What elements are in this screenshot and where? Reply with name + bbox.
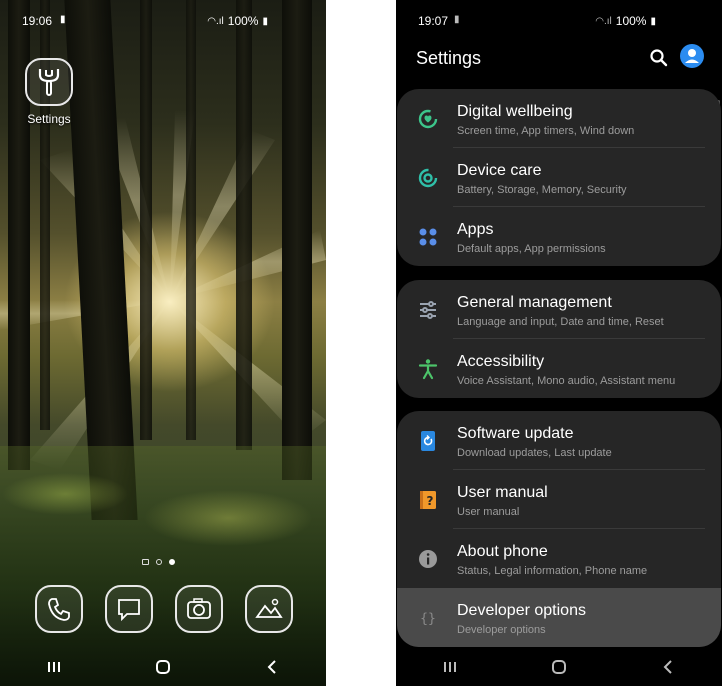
settings-group: Software update Download updates, Last u… (397, 411, 721, 647)
accessibility-icon (417, 358, 439, 380)
item-title: General management (457, 294, 612, 311)
settings-item-about-phone[interactable]: About phone Status, Legal information, P… (397, 529, 721, 588)
settings-item-digital-wellbeing[interactable]: Digital wellbeing Screen time, App timer… (397, 89, 721, 148)
battery-percent: 100% (227, 14, 259, 28)
item-subtitle: Screen time, App timers, Wind down (457, 125, 635, 137)
app-bar: Settings (396, 40, 722, 80)
settings-screen: 19:07 ▮ ◠.ıl 100% ▮ Settings Digital wel… (396, 0, 722, 686)
wifi-signal-icon: ◠.ıl (207, 15, 224, 27)
item-title: User manual (457, 484, 548, 501)
item-subtitle: Default apps, App permissions (457, 243, 606, 255)
item-title: Device care (457, 162, 542, 179)
settings-group: General management Language and input, D… (397, 280, 721, 398)
item-subtitle: Status, Legal information, Phone name (457, 565, 648, 577)
tree-trunk (236, 0, 252, 450)
item-subtitle: Developer options (457, 624, 546, 636)
digital-wellbeing-icon (417, 108, 439, 130)
item-subtitle: Voice Assistant, Mono audio, Assistant m… (457, 375, 676, 387)
software-update-icon (417, 430, 439, 452)
gallery-app-icon[interactable] (245, 585, 293, 633)
settings-group: Digital wellbeing Screen time, App timer… (397, 89, 721, 266)
account-avatar[interactable] (680, 44, 704, 68)
settings-item-apps[interactable]: Apps Default apps, App permissions (397, 207, 721, 266)
page-dot (156, 559, 162, 565)
page-dot-active (169, 559, 175, 565)
svg-text:{}: {} (420, 612, 436, 627)
svg-text:?: ? (427, 494, 434, 508)
page-title: Settings (416, 48, 482, 68)
page-indicator[interactable] (142, 559, 175, 565)
search-icon[interactable] (648, 47, 670, 69)
sliders-icon (417, 299, 439, 321)
item-title: Accessibility (457, 353, 545, 370)
navigation-bar (396, 648, 722, 686)
item-title: Digital wellbeing (457, 103, 573, 120)
status-bar: 19:07 ▮ ◠.ıl 100% ▮ (396, 0, 722, 40)
sim-icon: ▮ (454, 14, 460, 25)
apps-icon (417, 226, 439, 248)
user-manual-icon: ? (417, 489, 439, 511)
battery-percent: 100% (615, 14, 647, 28)
item-title: Apps (457, 221, 494, 238)
app-dock (24, 585, 304, 633)
navigation-bar (0, 648, 326, 686)
settings-item-software-update[interactable]: Software update Download updates, Last u… (397, 411, 721, 470)
back-icon[interactable] (264, 660, 280, 674)
status-bar: 19:06 ▮ ◠.ıl 100% ▮ (0, 0, 326, 40)
settings-app-icon (25, 58, 73, 106)
recent-apps-icon[interactable] (46, 660, 62, 674)
messages-app-icon[interactable] (105, 585, 153, 633)
settings-item-accessibility[interactable]: Accessibility Voice Assistant, Mono audi… (397, 339, 721, 398)
camera-app-icon[interactable] (175, 585, 223, 633)
status-time: 19:07 (418, 14, 449, 28)
wifi-signal-icon: ◠.ıl (595, 15, 612, 27)
phone-icon (48, 598, 70, 621)
braces-icon: {} (417, 607, 439, 629)
home-screen: 19:06 ▮ ◠.ıl 100% ▮ Settings (0, 0, 326, 686)
item-title: Developer options (457, 602, 586, 619)
settings-item-developer-options[interactable]: {} Developer options Developer options (397, 588, 721, 647)
home-button-icon[interactable] (155, 660, 171, 674)
user-icon (685, 49, 699, 63)
home-page-dot (142, 559, 149, 565)
settings-item-user-manual[interactable]: ? User manual User manual (397, 470, 721, 529)
battery-icon: ▮ (262, 15, 268, 27)
settings-item-general-management[interactable]: General management Language and input, D… (397, 280, 721, 339)
tree-trunk (140, 0, 152, 440)
item-subtitle: Battery, Storage, Memory, Security (457, 184, 627, 196)
sim-icon: ▮ (60, 14, 66, 25)
camera-icon (187, 598, 211, 619)
item-subtitle: Download updates, Last update (457, 447, 612, 459)
settings-app-shortcut[interactable]: Settings (22, 58, 76, 126)
tree-trunk (282, 0, 312, 480)
info-icon (417, 548, 439, 570)
messages-icon (118, 599, 140, 622)
gallery-icon (255, 598, 283, 618)
settings-item-device-care[interactable]: Device care Battery, Storage, Memory, Se… (397, 148, 721, 207)
phone-app-icon[interactable] (35, 585, 83, 633)
item-subtitle: Language and input, Date and time, Reset (457, 316, 664, 328)
item-title: About phone (457, 543, 548, 560)
wrench-icon (38, 69, 60, 96)
status-time: 19:06 (22, 14, 53, 28)
recent-apps-icon[interactable] (442, 660, 458, 674)
item-subtitle: User manual (457, 506, 520, 518)
item-title: Software update (457, 425, 574, 442)
tree-trunk (186, 0, 196, 440)
device-care-icon (417, 167, 439, 189)
home-button-icon[interactable] (551, 660, 567, 674)
battery-icon: ▮ (650, 15, 656, 27)
back-icon[interactable] (660, 660, 676, 674)
settings-app-label: Settings (27, 112, 71, 126)
